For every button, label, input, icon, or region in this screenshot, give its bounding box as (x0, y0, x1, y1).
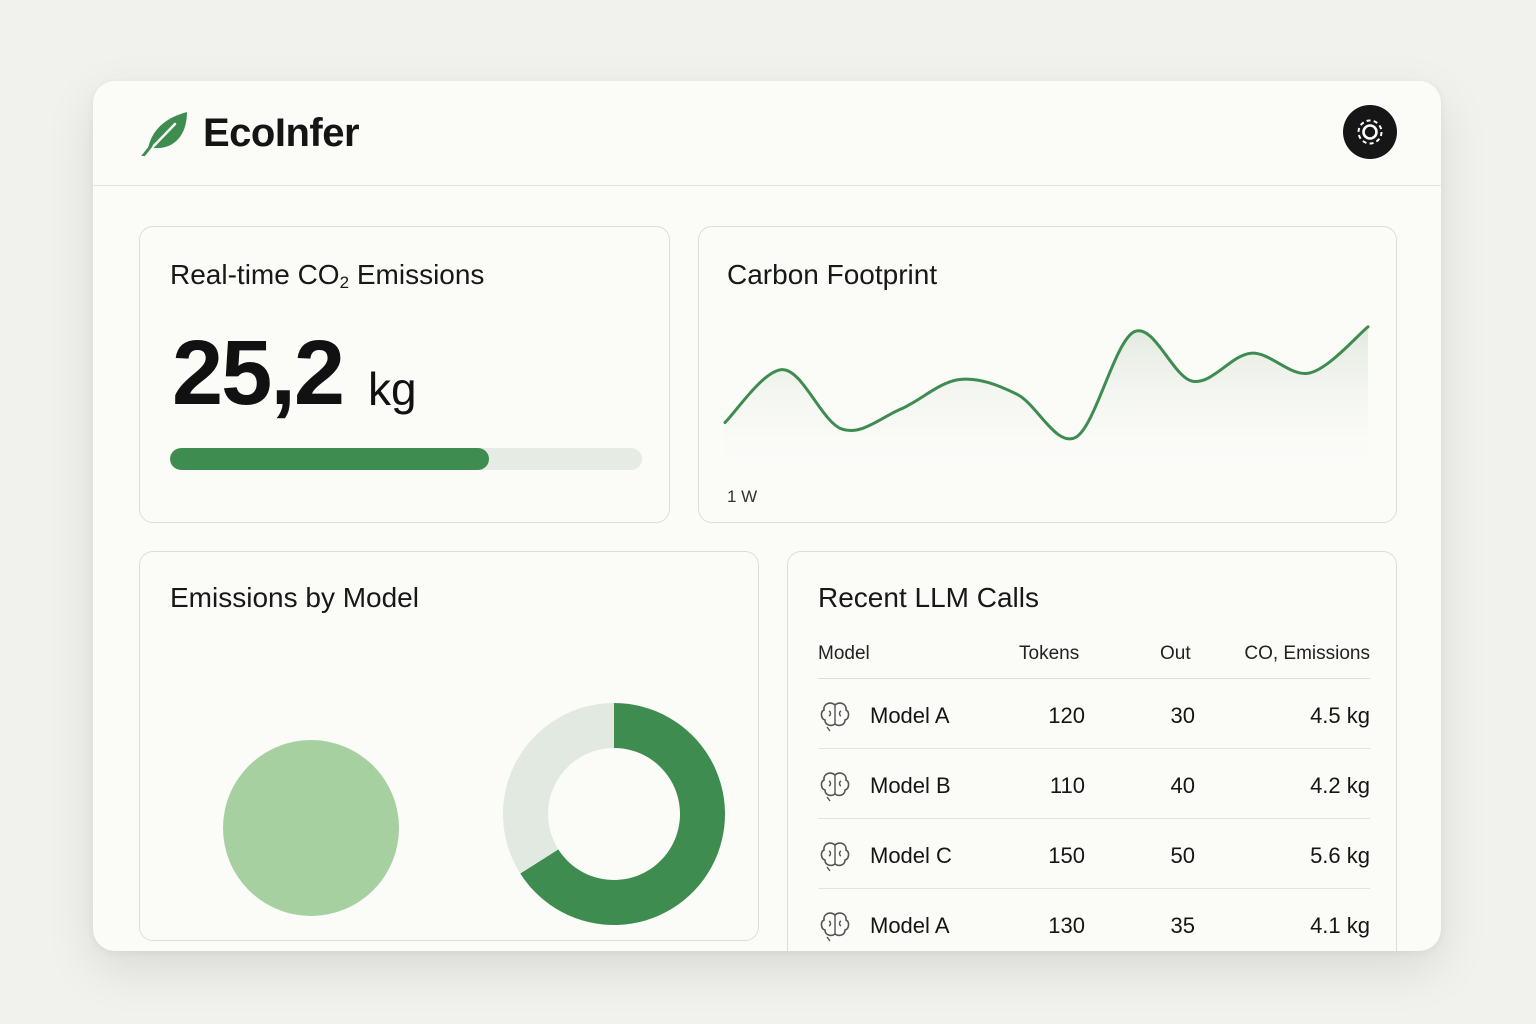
cell-emissions: 4.1 kg (1310, 913, 1370, 938)
cell-model: Model B (870, 773, 951, 798)
app-title: EcoInfer (203, 111, 360, 155)
carbon-footprint-card: Carbon Footprint 1 W (698, 226, 1397, 523)
cell-out: 35 (1170, 913, 1195, 938)
app-header: EcoInfer (93, 81, 1441, 186)
table-row[interactable]: Model A 130 35 4.1 kg (818, 889, 1370, 951)
emissions-value: 25,2 (172, 322, 345, 424)
cell-out: 40 (1170, 773, 1195, 798)
brain-icon (818, 768, 852, 802)
cell-out: 50 (1170, 843, 1195, 868)
cell-out: 30 (1170, 703, 1195, 728)
cell-tokens: 120 (1048, 703, 1085, 728)
settings-icon (1357, 119, 1383, 145)
realtime-emissions-card: Real-time CO2 Emissions 25,2 kg (139, 226, 670, 523)
cell-emissions: 4.5 kg (1310, 703, 1370, 728)
brain-icon (818, 908, 852, 942)
cell-model: Model C (870, 843, 952, 868)
emissions-progress-fill (170, 448, 489, 470)
table-row[interactable]: Model C 150 50 5.6 kg (818, 819, 1370, 889)
table-header: Model Tokens Out CO, Emissions (818, 643, 1370, 679)
column-header-model[interactable]: Model (818, 643, 870, 665)
realtime-emissions-title: Real-time CO2 Emissions (170, 259, 485, 292)
x-axis-label: 1 W (727, 487, 758, 506)
column-header-out[interactable]: Out (1160, 643, 1191, 665)
app-window: EcoInfer Real-time CO2 Emissions 25,2 kg… (93, 81, 1441, 951)
table-row[interactable]: Model A 120 30 4.5 kg (818, 679, 1370, 749)
cell-model: Model A (870, 913, 950, 938)
emissions-progress-bar (170, 448, 642, 470)
brain-icon (818, 698, 852, 732)
footprint-area-fill (725, 326, 1368, 472)
cell-tokens: 110 (1049, 773, 1085, 798)
leaf-icon (141, 112, 187, 156)
recent-calls-card: Recent LLM Calls Model Tokens Out CO, Em… (787, 551, 1397, 951)
emissions-by-model-chart (223, 703, 725, 925)
cell-emissions: 4.2 kg (1310, 773, 1370, 798)
column-header-tokens[interactable]: Tokens (1019, 643, 1079, 665)
cell-tokens: 150 (1048, 843, 1085, 868)
recent-calls-title: Recent LLM Calls (818, 582, 1039, 613)
cell-tokens: 130 (1048, 913, 1085, 938)
column-header-emissions[interactable]: CO, Emissions (1244, 643, 1370, 665)
emissions-unit: kg (368, 363, 417, 415)
donut-slice-1 (503, 703, 614, 874)
carbon-footprint-chart (723, 325, 1370, 472)
settings-button[interactable] (1343, 105, 1397, 159)
emissions-by-model-card: Emissions by Model (139, 551, 759, 941)
cell-emissions: 5.6 kg (1310, 843, 1370, 868)
pie-slice-0-0 (223, 740, 399, 916)
cell-model: Model A (870, 703, 950, 728)
brain-icon (818, 838, 852, 872)
table-row[interactable]: Model B 110 40 4.2 kg (818, 749, 1370, 819)
